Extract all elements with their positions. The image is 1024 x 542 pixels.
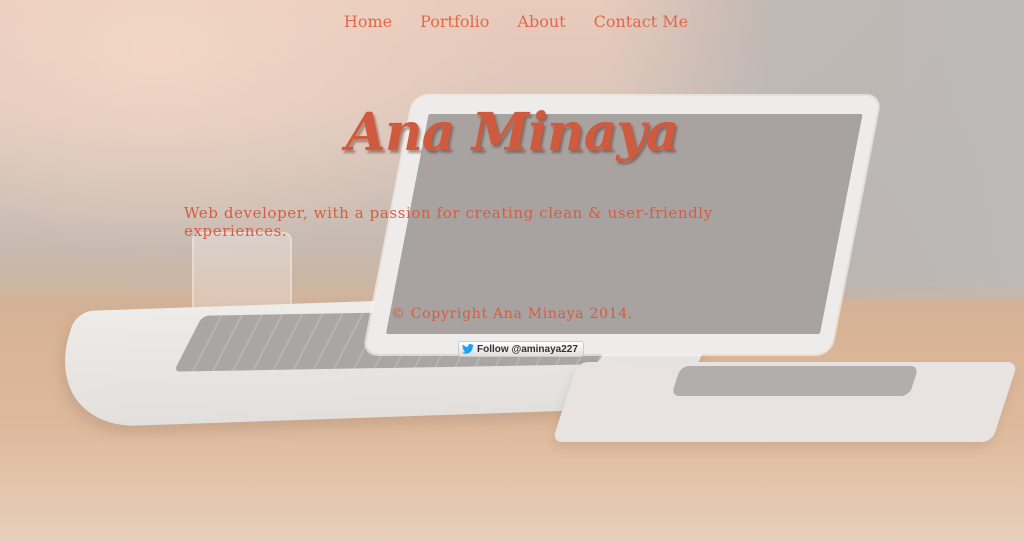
nav-about-link[interactable]: About <box>517 10 565 34</box>
nav-contact-link[interactable]: Contact Me <box>594 10 688 34</box>
main-nav: Home Portfolio About Contact Me <box>0 10 1024 34</box>
follow-button-label: Follow @aminaya227 <box>477 343 578 355</box>
tagline: Web developer, with a passion for creati… <box>184 204 713 240</box>
twitter-follow-button[interactable]: Follow @aminaya227 <box>458 341 584 357</box>
background-overlay <box>0 0 1024 542</box>
nav-portfolio-link[interactable]: Portfolio <box>420 10 489 34</box>
page-title: Ana Minaya <box>345 102 680 163</box>
twitter-bird-icon <box>462 344 474 354</box>
nav-home-link[interactable]: Home <box>344 10 392 34</box>
copyright-text: © Copyright Ana Minaya 2014. <box>390 306 634 322</box>
background-photo <box>0 0 1024 542</box>
